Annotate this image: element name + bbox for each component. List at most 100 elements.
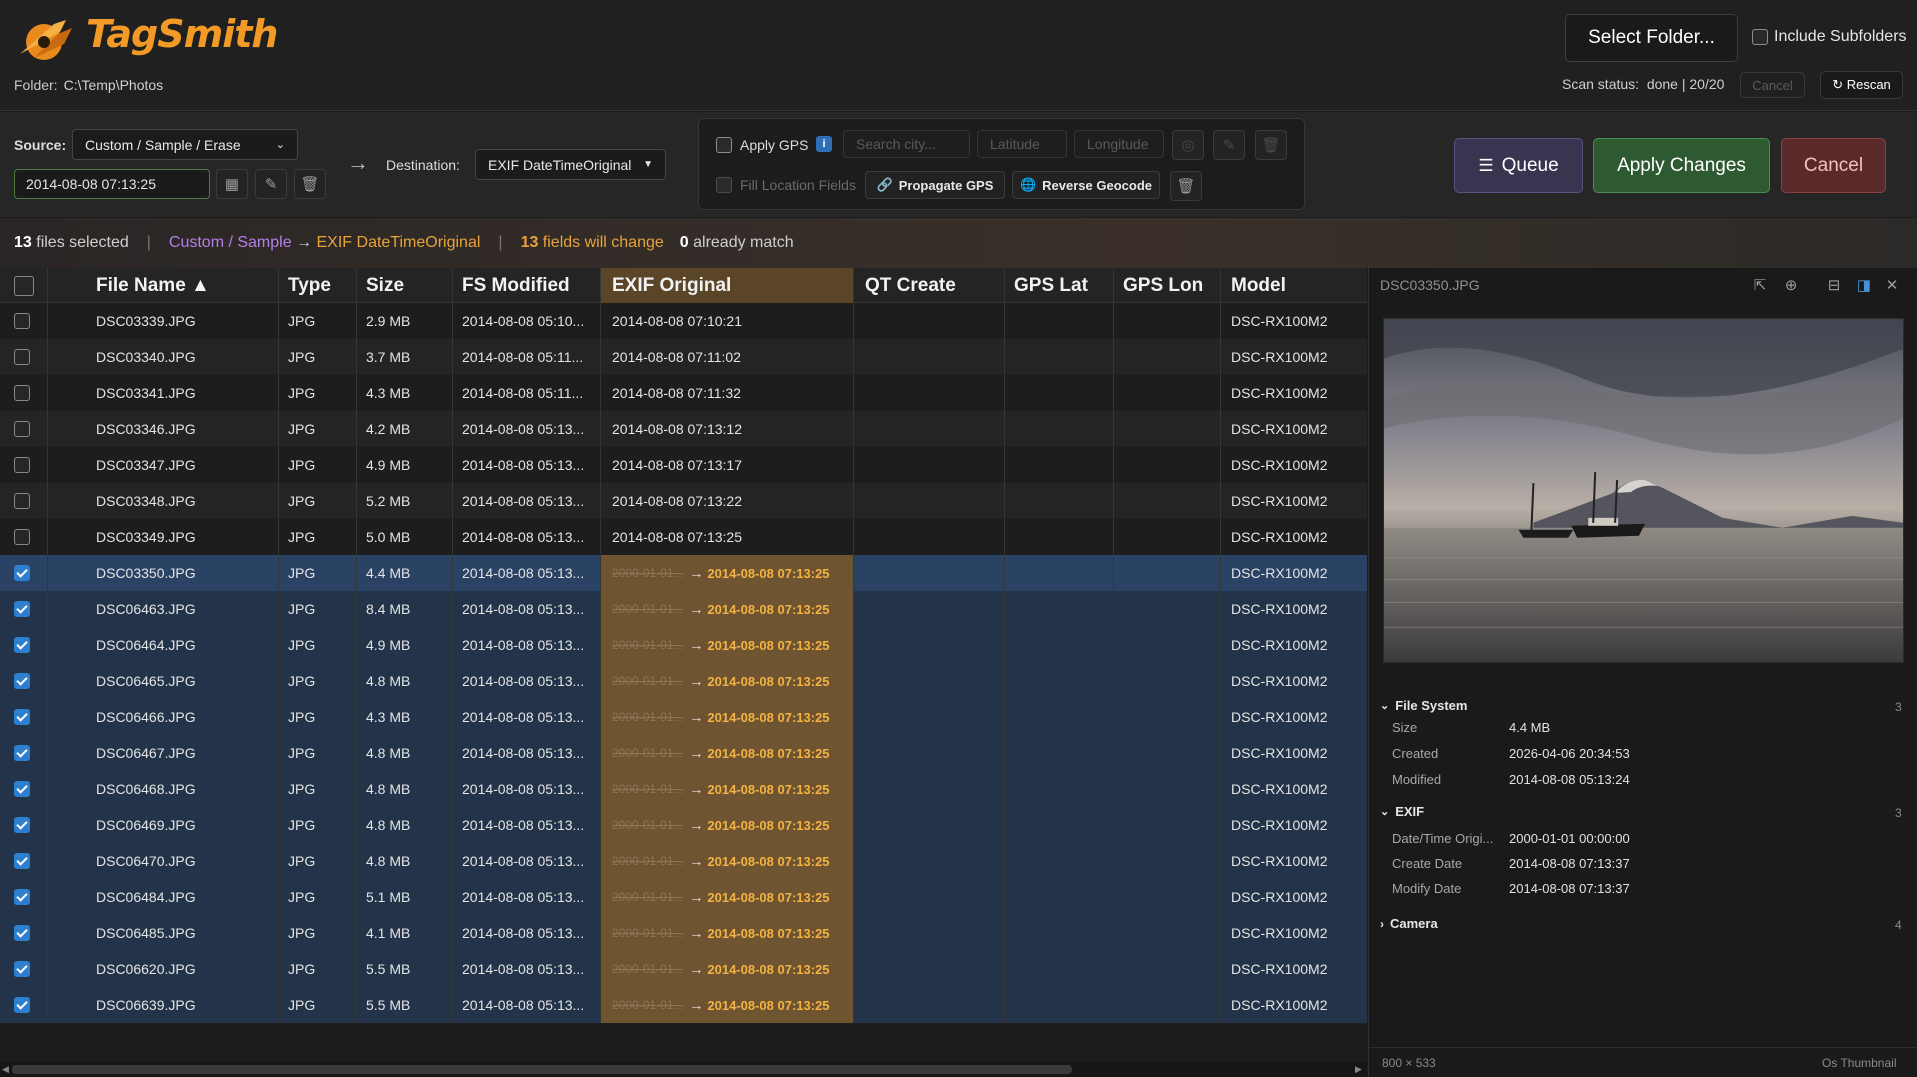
row-checkbox[interactable] xyxy=(14,709,30,725)
table-row[interactable]: DSC06485.JPG JPG 4.1 MB 2014-08-08 05:13...… xyxy=(0,915,1367,951)
row-checkbox[interactable] xyxy=(14,781,30,797)
destination-select[interactable]: EXIF DateTimeOriginal ▼ xyxy=(475,149,666,180)
propagate-gps-label: Propagate GPS xyxy=(898,177,994,193)
search-city-input[interactable]: Search city... xyxy=(843,130,970,158)
column-header[interactable]: FS Modified xyxy=(462,268,570,303)
column-header[interactable]: EXIF Original xyxy=(600,268,853,303)
table-row[interactable]: DSC03341.JPG JPG 4.3 MB 2014-08-08 05:11...… xyxy=(0,375,1367,411)
table-row[interactable]: DSC03339.JPG JPG 2.9 MB 2014-08-08 05:10...… xyxy=(0,303,1367,339)
scroll-right-icon[interactable]: ▶ xyxy=(1355,1064,1362,1075)
trash-icon[interactable]: 🗑 xyxy=(294,169,326,199)
table-row[interactable]: DSC06466.JPG JPG 4.3 MB 2014-08-08 05:13...… xyxy=(0,699,1367,735)
section-camera[interactable]: › Camera xyxy=(1380,916,1438,931)
zoom-icon[interactable]: ⊕ xyxy=(1781,275,1801,295)
source-select[interactable]: Custom / Sample / Erase ⌄ xyxy=(72,129,298,160)
model-cell: DSC-RX100M2 xyxy=(1231,709,1328,725)
longitude-input[interactable]: Longitude xyxy=(1074,130,1164,158)
cancel-button[interactable]: Cancel xyxy=(1781,138,1886,193)
table-row[interactable]: DSC03340.JPG JPG 3.7 MB 2014-08-08 05:11...… xyxy=(0,339,1367,375)
include-subfolders-checkbox[interactable] xyxy=(1752,29,1768,45)
fill-location-checkbox[interactable] xyxy=(716,177,732,193)
camera-gps-icon[interactable]: ◎ xyxy=(1172,130,1204,160)
table-row[interactable]: DSC06469.JPG JPG 4.8 MB 2014-08-08 05:13...… xyxy=(0,807,1367,843)
column-header[interactable]: Model xyxy=(1231,268,1286,303)
type-cell: JPG xyxy=(288,637,316,653)
row-checkbox[interactable] xyxy=(14,817,30,833)
row-checkbox[interactable] xyxy=(14,673,30,689)
trash-gps-icon[interactable]: 🗑 xyxy=(1255,130,1287,160)
column-header[interactable]: QT Create xyxy=(865,268,956,303)
row-checkbox[interactable] xyxy=(14,493,30,509)
split-horizontal-icon[interactable]: ⊟ xyxy=(1824,275,1844,295)
apply-gps-label: Apply GPS xyxy=(740,137,809,153)
row-checkbox[interactable] xyxy=(14,601,30,617)
table-row[interactable]: DSC06620.JPG JPG 5.5 MB 2014-08-08 05:13...… xyxy=(0,951,1367,987)
row-checkbox[interactable] xyxy=(14,529,30,545)
row-checkbox[interactable] xyxy=(14,745,30,761)
row-checkbox[interactable] xyxy=(14,565,30,581)
row-checkbox[interactable] xyxy=(14,421,30,437)
row-checkbox[interactable] xyxy=(14,637,30,653)
row-checkbox[interactable] xyxy=(14,457,30,473)
calendar-icon[interactable]: ▦ xyxy=(216,169,248,199)
type-cell: JPG xyxy=(288,997,316,1013)
select-folder-button[interactable]: Select Folder... xyxy=(1565,14,1738,62)
scrollbar-thumb[interactable] xyxy=(12,1065,1072,1074)
model-cell: DSC-RX100M2 xyxy=(1231,817,1328,833)
edit-gps-icon[interactable]: ✎ xyxy=(1213,130,1245,160)
row-checkbox[interactable] xyxy=(14,889,30,905)
table-row[interactable]: DSC06468.JPG JPG 4.8 MB 2014-08-08 05:13...… xyxy=(0,771,1367,807)
latitude-input[interactable]: Latitude xyxy=(977,130,1067,158)
type-cell: JPG xyxy=(288,817,316,833)
row-checkbox[interactable] xyxy=(14,313,30,329)
change-arrow: → xyxy=(689,997,704,1013)
section-file-system[interactable]: ⌄ File System xyxy=(1380,698,1467,713)
table-row[interactable]: DSC06465.JPG JPG 4.8 MB 2014-08-08 05:13...… xyxy=(0,663,1367,699)
scroll-left-icon[interactable]: ◀ xyxy=(2,1064,9,1075)
table-row[interactable]: DSC06463.JPG JPG 8.4 MB 2014-08-08 05:13...… xyxy=(0,591,1367,627)
table-row[interactable]: DSC06467.JPG JPG 4.8 MB 2014-08-08 05:13...… xyxy=(0,735,1367,771)
info-icon[interactable]: i xyxy=(816,136,832,152)
reverse-geocode-button[interactable]: 🌐 Reverse Geocode xyxy=(1012,171,1160,199)
row-checkbox[interactable] xyxy=(14,349,30,365)
trash-location-icon[interactable]: 🗑 xyxy=(1170,171,1202,201)
exif-original-cell: 2000-01-01... → 2014-08-08 07:13:25 xyxy=(600,591,853,627)
table-row[interactable]: DSC06484.JPG JPG 5.1 MB 2014-08-08 05:13...… xyxy=(0,879,1367,915)
row-checkbox[interactable] xyxy=(14,385,30,401)
table-row[interactable]: DSC03346.JPG JPG 4.2 MB 2014-08-08 05:13...… xyxy=(0,411,1367,447)
table-row[interactable]: DSC06470.JPG JPG 4.8 MB 2014-08-08 05:13...… xyxy=(0,843,1367,879)
row-checkbox[interactable] xyxy=(14,961,30,977)
table-row[interactable]: DSC03349.JPG JPG 5.0 MB 2014-08-08 05:13...… xyxy=(0,519,1367,555)
column-divider xyxy=(853,268,854,1023)
open-external-icon[interactable]: ⇱ xyxy=(1750,275,1770,295)
date-input[interactable]: 2014-08-08 07:13:25 xyxy=(14,169,210,199)
rescan-button[interactable]: ↻ Rescan xyxy=(1820,71,1903,99)
exif-original-cell: 2000-01-01... → 2014-08-08 07:13:25 xyxy=(600,699,853,735)
column-header[interactable]: Type xyxy=(288,268,331,303)
queue-button[interactable]: ☰ Queue xyxy=(1454,138,1583,193)
fs-modified-cell: 2014-08-08 05:11... xyxy=(462,385,584,401)
row-checkbox[interactable] xyxy=(14,853,30,869)
column-header[interactable]: File Name ▲ xyxy=(96,268,210,303)
propagate-gps-button[interactable]: 🔗 Propagate GPS xyxy=(865,171,1005,199)
split-vertical-icon[interactable]: ◨ xyxy=(1854,275,1874,295)
row-checkbox[interactable] xyxy=(14,925,30,941)
apply-changes-button[interactable]: Apply Changes xyxy=(1593,138,1770,193)
edit-pencil-icon[interactable]: ✎ xyxy=(255,169,287,199)
scan-cancel-button[interactable]: Cancel xyxy=(1740,72,1805,98)
row-checkbox[interactable] xyxy=(14,997,30,1013)
table-row[interactable]: DSC03347.JPG JPG 4.9 MB 2014-08-08 05:13...… xyxy=(0,447,1367,483)
close-icon[interactable]: ✕ xyxy=(1882,275,1902,295)
table-row[interactable]: DSC03348.JPG JPG 5.2 MB 2014-08-08 05:13...… xyxy=(0,483,1367,519)
include-subfolders-toggle[interactable]: Include Subfolders xyxy=(1752,28,1907,46)
table-row[interactable]: DSC03350.JPG JPG 4.4 MB 2014-08-08 05:13...… xyxy=(0,555,1367,591)
model-cell: DSC-RX100M2 xyxy=(1231,421,1328,437)
apply-gps-checkbox[interactable] xyxy=(716,137,732,153)
table-row[interactable]: DSC06464.JPG JPG 4.9 MB 2014-08-08 05:13...… xyxy=(0,627,1367,663)
column-header[interactable]: GPS Lat xyxy=(1014,268,1088,303)
select-all-checkbox[interactable] xyxy=(14,275,34,296)
column-header[interactable]: GPS Lon xyxy=(1123,268,1203,303)
column-header[interactable]: Size xyxy=(366,268,404,303)
section-exif[interactable]: ⌄ EXIF xyxy=(1380,804,1424,819)
table-row[interactable]: DSC06639.JPG JPG 5.5 MB 2014-08-08 05:13...… xyxy=(0,987,1367,1023)
